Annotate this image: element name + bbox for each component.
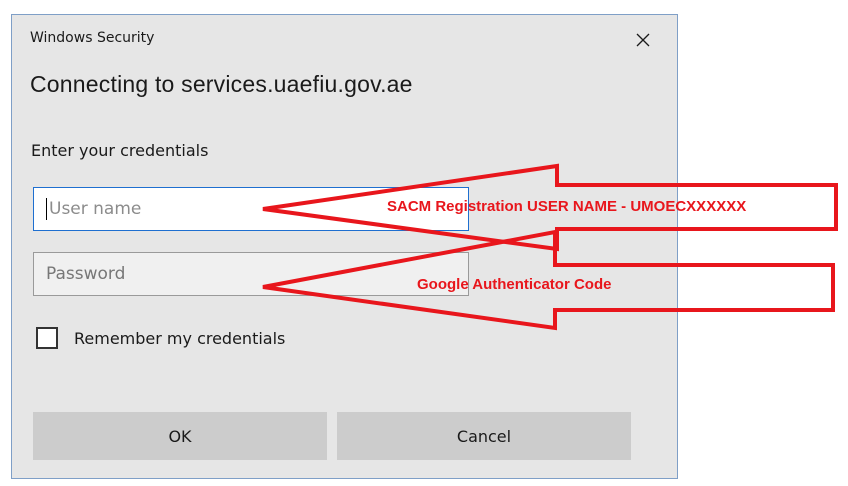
- close-icon: [636, 33, 650, 47]
- connection-heading: Connecting to services.uaefiu.gov.ae: [30, 71, 413, 97]
- credentials-prompt: Enter your credentials: [31, 141, 209, 160]
- cancel-button[interactable]: Cancel: [337, 412, 631, 460]
- password-field[interactable]: Password: [33, 252, 469, 296]
- username-placeholder: User name: [49, 199, 142, 219]
- password-placeholder: Password: [46, 264, 126, 284]
- close-button[interactable]: [628, 26, 658, 54]
- remember-label: Remember my credentials: [74, 328, 286, 348]
- remember-checkbox[interactable]: [36, 327, 58, 349]
- text-caret: [46, 198, 47, 220]
- dialog-title: Windows Security: [30, 30, 155, 46]
- password-annotation: Google Authenticator Code: [417, 276, 612, 293]
- remember-credentials-option[interactable]: Remember my credentials: [36, 327, 285, 349]
- username-annotation: SACM Registration USER NAME - UMOECXXXXX…: [387, 198, 747, 215]
- ok-button[interactable]: OK: [33, 412, 327, 460]
